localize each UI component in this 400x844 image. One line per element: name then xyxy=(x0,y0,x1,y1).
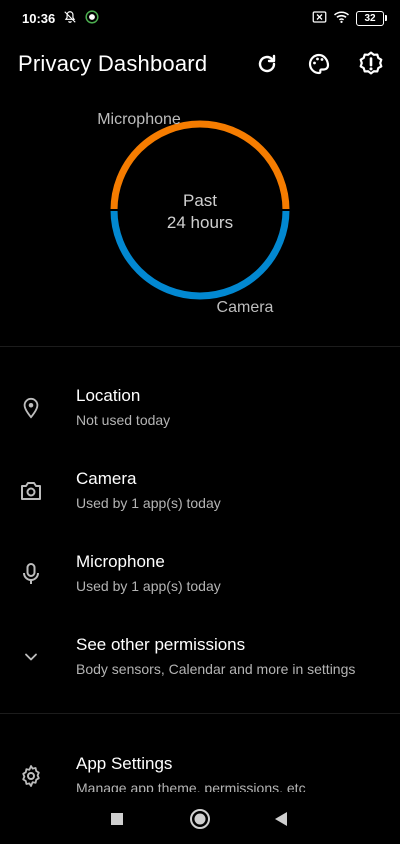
permission-subtitle: Not used today xyxy=(76,412,171,428)
recents-square-icon[interactable] xyxy=(104,806,130,832)
permission-title: Microphone xyxy=(76,552,165,571)
divider-top xyxy=(0,346,400,347)
wifi-icon xyxy=(333,10,350,27)
app-settings-subtitle: Manage app theme, permissions, etc xyxy=(76,780,306,792)
palette-icon[interactable] xyxy=(304,49,334,79)
app-header: Privacy Dashboard xyxy=(0,40,400,88)
usage-donut-chart: Microphone Camera Past 24 hours xyxy=(97,111,292,316)
refresh-icon[interactable] xyxy=(252,49,282,79)
divider-bottom xyxy=(0,713,400,714)
permission-title: Location xyxy=(76,386,141,405)
status-left: 10:36 xyxy=(22,9,99,27)
app-settings-item[interactable]: App Settings Manage app theme, permissio… xyxy=(0,748,400,792)
page-title: Privacy Dashboard xyxy=(18,51,208,76)
system-nav-bar xyxy=(0,792,400,844)
permission-title: See other permissions xyxy=(76,635,246,654)
notifications-off-icon xyxy=(63,10,77,27)
gear-icon xyxy=(18,763,44,789)
back-triangle-icon[interactable] xyxy=(268,806,294,832)
permission-subtitle: Used by 1 app(s) today xyxy=(76,578,221,594)
header-actions xyxy=(252,49,386,79)
donut-label-microphone: Microphone xyxy=(97,111,181,128)
alert-badge-icon[interactable] xyxy=(356,49,386,79)
permission-item-camera[interactable]: Camera Used by 1 app(s) today xyxy=(0,463,400,533)
chart-center-label-line2: 24 hours xyxy=(167,213,233,232)
donut-label-camera: Camera xyxy=(217,299,274,316)
permission-subtitle: Used by 1 app(s) today xyxy=(76,495,221,511)
app-settings-title: App Settings xyxy=(76,754,173,773)
status-time: 10:36 xyxy=(22,10,56,26)
chevron-down-icon xyxy=(18,644,44,670)
usage-chart: Microphone Camera Past 24 hours xyxy=(0,100,400,330)
battery-icon: 32 xyxy=(356,10,387,26)
permission-item-microphone[interactable]: Microphone Used by 1 app(s) today xyxy=(0,546,400,616)
status-bar: 10:36 32 xyxy=(0,0,400,36)
sim-off-icon xyxy=(312,10,327,27)
permission-subtitle: Body sensors, Calendar and more in setti… xyxy=(76,661,356,677)
location-pin-icon xyxy=(18,395,44,421)
microphone-icon xyxy=(18,561,44,587)
permission-item-location[interactable]: Location Not used today xyxy=(0,380,400,450)
chart-center-label-line1: Past xyxy=(183,191,217,210)
status-right: 32 xyxy=(312,10,387,27)
home-circle-icon[interactable] xyxy=(187,806,213,832)
permission-title: Camera xyxy=(76,469,137,488)
camera-icon xyxy=(18,478,44,504)
see-other-permissions[interactable]: See other permissions Body sensors, Cale… xyxy=(0,629,400,699)
sync-app-icon xyxy=(85,9,99,27)
